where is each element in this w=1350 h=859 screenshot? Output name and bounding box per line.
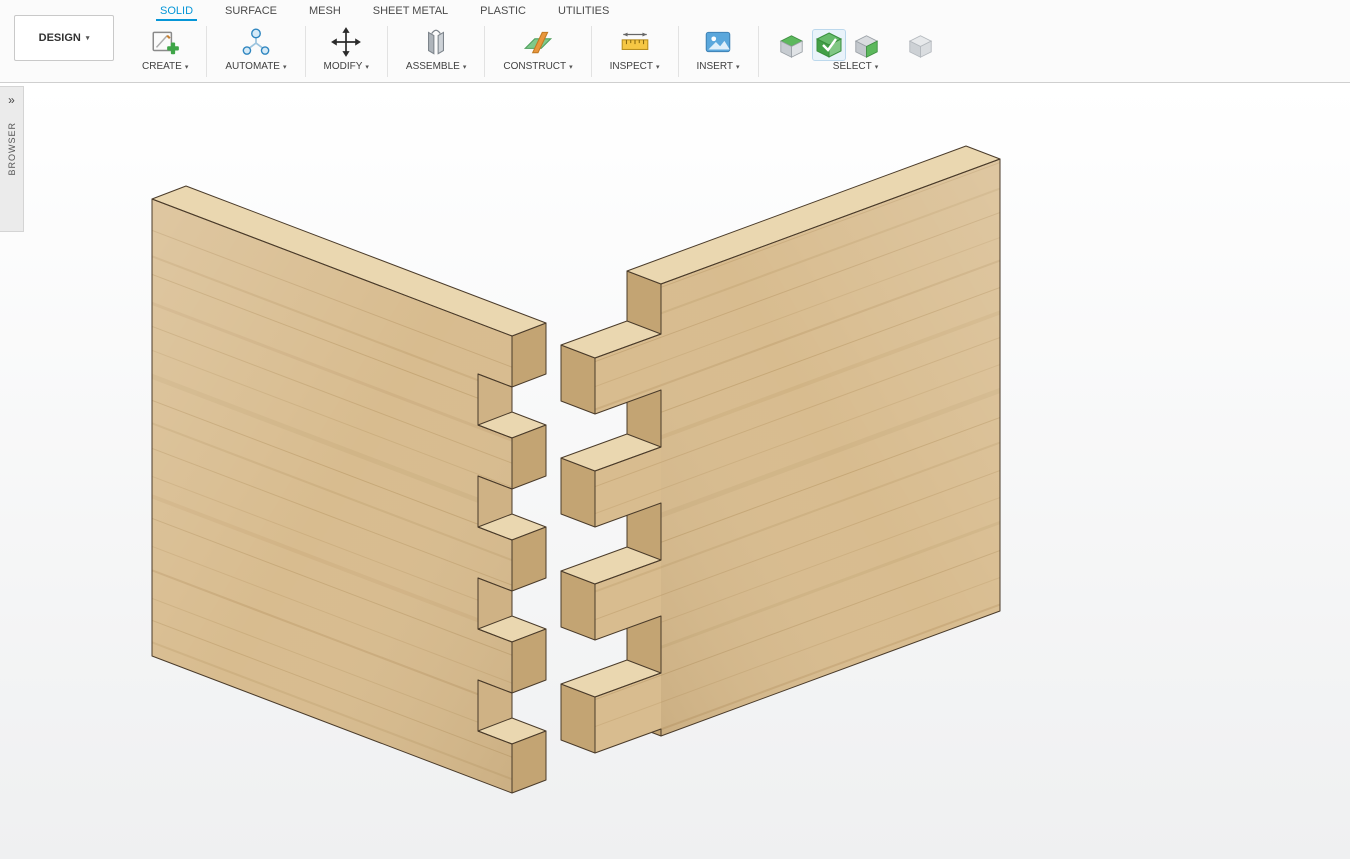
- tab-plastic[interactable]: PLASTIC: [464, 2, 542, 20]
- chevron-down-icon: ▾: [736, 63, 740, 71]
- group-label-insert: INSERT: [697, 61, 734, 72]
- viewport-canvas[interactable]: [0, 84, 1350, 859]
- toolbar-group-modify[interactable]: MODIFY▾: [306, 21, 387, 82]
- toolbar-group-automate[interactable]: AUTOMATE▾: [207, 21, 304, 82]
- group-label-inspect: INSPECT: [610, 61, 653, 72]
- chevron-down-icon: ▾: [875, 63, 879, 71]
- group-label-construct: CONSTRUCT: [503, 61, 566, 72]
- toolbar-group-insert[interactable]: INSERT▾: [679, 21, 758, 82]
- tab-utilities[interactable]: UTILITIES: [542, 2, 625, 20]
- cube-right-green-icon[interactable]: [852, 33, 881, 60]
- construct-planes-icon: [522, 24, 554, 60]
- move-arrows-icon: [330, 24, 362, 60]
- toolbar-group-select: SELECT▾: [759, 21, 953, 82]
- group-label-modify: MODIFY: [324, 61, 363, 72]
- chevron-down-icon: ▾: [569, 63, 573, 71]
- browser-panel-label: BROWSER: [7, 122, 17, 176]
- chevron-down-icon: ▾: [283, 63, 287, 71]
- left-board[interactable]: [130, 186, 580, 805]
- automate-nodes-icon: [240, 24, 272, 60]
- cube-top-green-icon[interactable]: [777, 33, 806, 60]
- toolbar-group-assemble[interactable]: ASSEMBLE▾: [388, 21, 484, 82]
- toolbar: DESIGN ▾ SOLID SURFACE MESH SHEET METAL …: [0, 0, 1350, 83]
- tab-solid[interactable]: SOLID: [144, 2, 209, 20]
- toolbar-group-create[interactable]: CREATE▾: [124, 21, 206, 82]
- assemble-joint-icon: [420, 24, 452, 60]
- measure-ruler-icon: [619, 24, 651, 60]
- group-label-automate: AUTOMATE: [225, 61, 280, 72]
- right-board[interactable]: [545, 146, 1015, 858]
- select-tools-row: [777, 24, 935, 60]
- chevron-down-icon: ▾: [656, 63, 660, 71]
- chevron-down-icon: ▾: [86, 34, 90, 42]
- group-label-assemble: ASSEMBLE: [406, 61, 460, 72]
- tab-mesh[interactable]: MESH: [293, 2, 357, 20]
- tab-sheet-metal[interactable]: SHEET METAL: [357, 2, 464, 20]
- create-sketch-icon: [149, 24, 181, 60]
- workspace-switcher-button[interactable]: DESIGN ▾: [14, 15, 114, 61]
- tab-bar: SOLID SURFACE MESH SHEET METAL PLASTIC U…: [124, 0, 1350, 21]
- browser-panel-collapsed[interactable]: » BROWSER: [0, 86, 24, 232]
- toolbar-group-construct[interactable]: CONSTRUCT▾: [485, 21, 590, 82]
- expand-panel-icon: »: [8, 94, 15, 106]
- chevron-down-icon: ▾: [185, 63, 189, 71]
- select-dropdown[interactable]: SELECT▾: [833, 61, 878, 72]
- cube-green-check-icon[interactable]: [813, 30, 845, 60]
- ribbon: SOLID SURFACE MESH SHEET METAL PLASTIC U…: [124, 0, 1350, 82]
- toolbar-group-inspect[interactable]: INSPECT▾: [592, 21, 678, 82]
- group-label-create: CREATE: [142, 61, 182, 72]
- insert-image-icon: [702, 24, 734, 60]
- chevron-down-icon: ▾: [365, 63, 369, 71]
- group-label-select: SELECT: [833, 61, 872, 72]
- toolbar-groups-row: CREATE▾ AUTOMATE▾: [124, 21, 1350, 82]
- tab-surface[interactable]: SURFACE: [209, 2, 293, 20]
- chevron-down-icon: ▾: [463, 63, 467, 71]
- viewport-svg[interactable]: [0, 84, 1350, 859]
- cube-gray-icon[interactable]: [906, 33, 935, 60]
- workspace-label: DESIGN: [39, 32, 81, 44]
